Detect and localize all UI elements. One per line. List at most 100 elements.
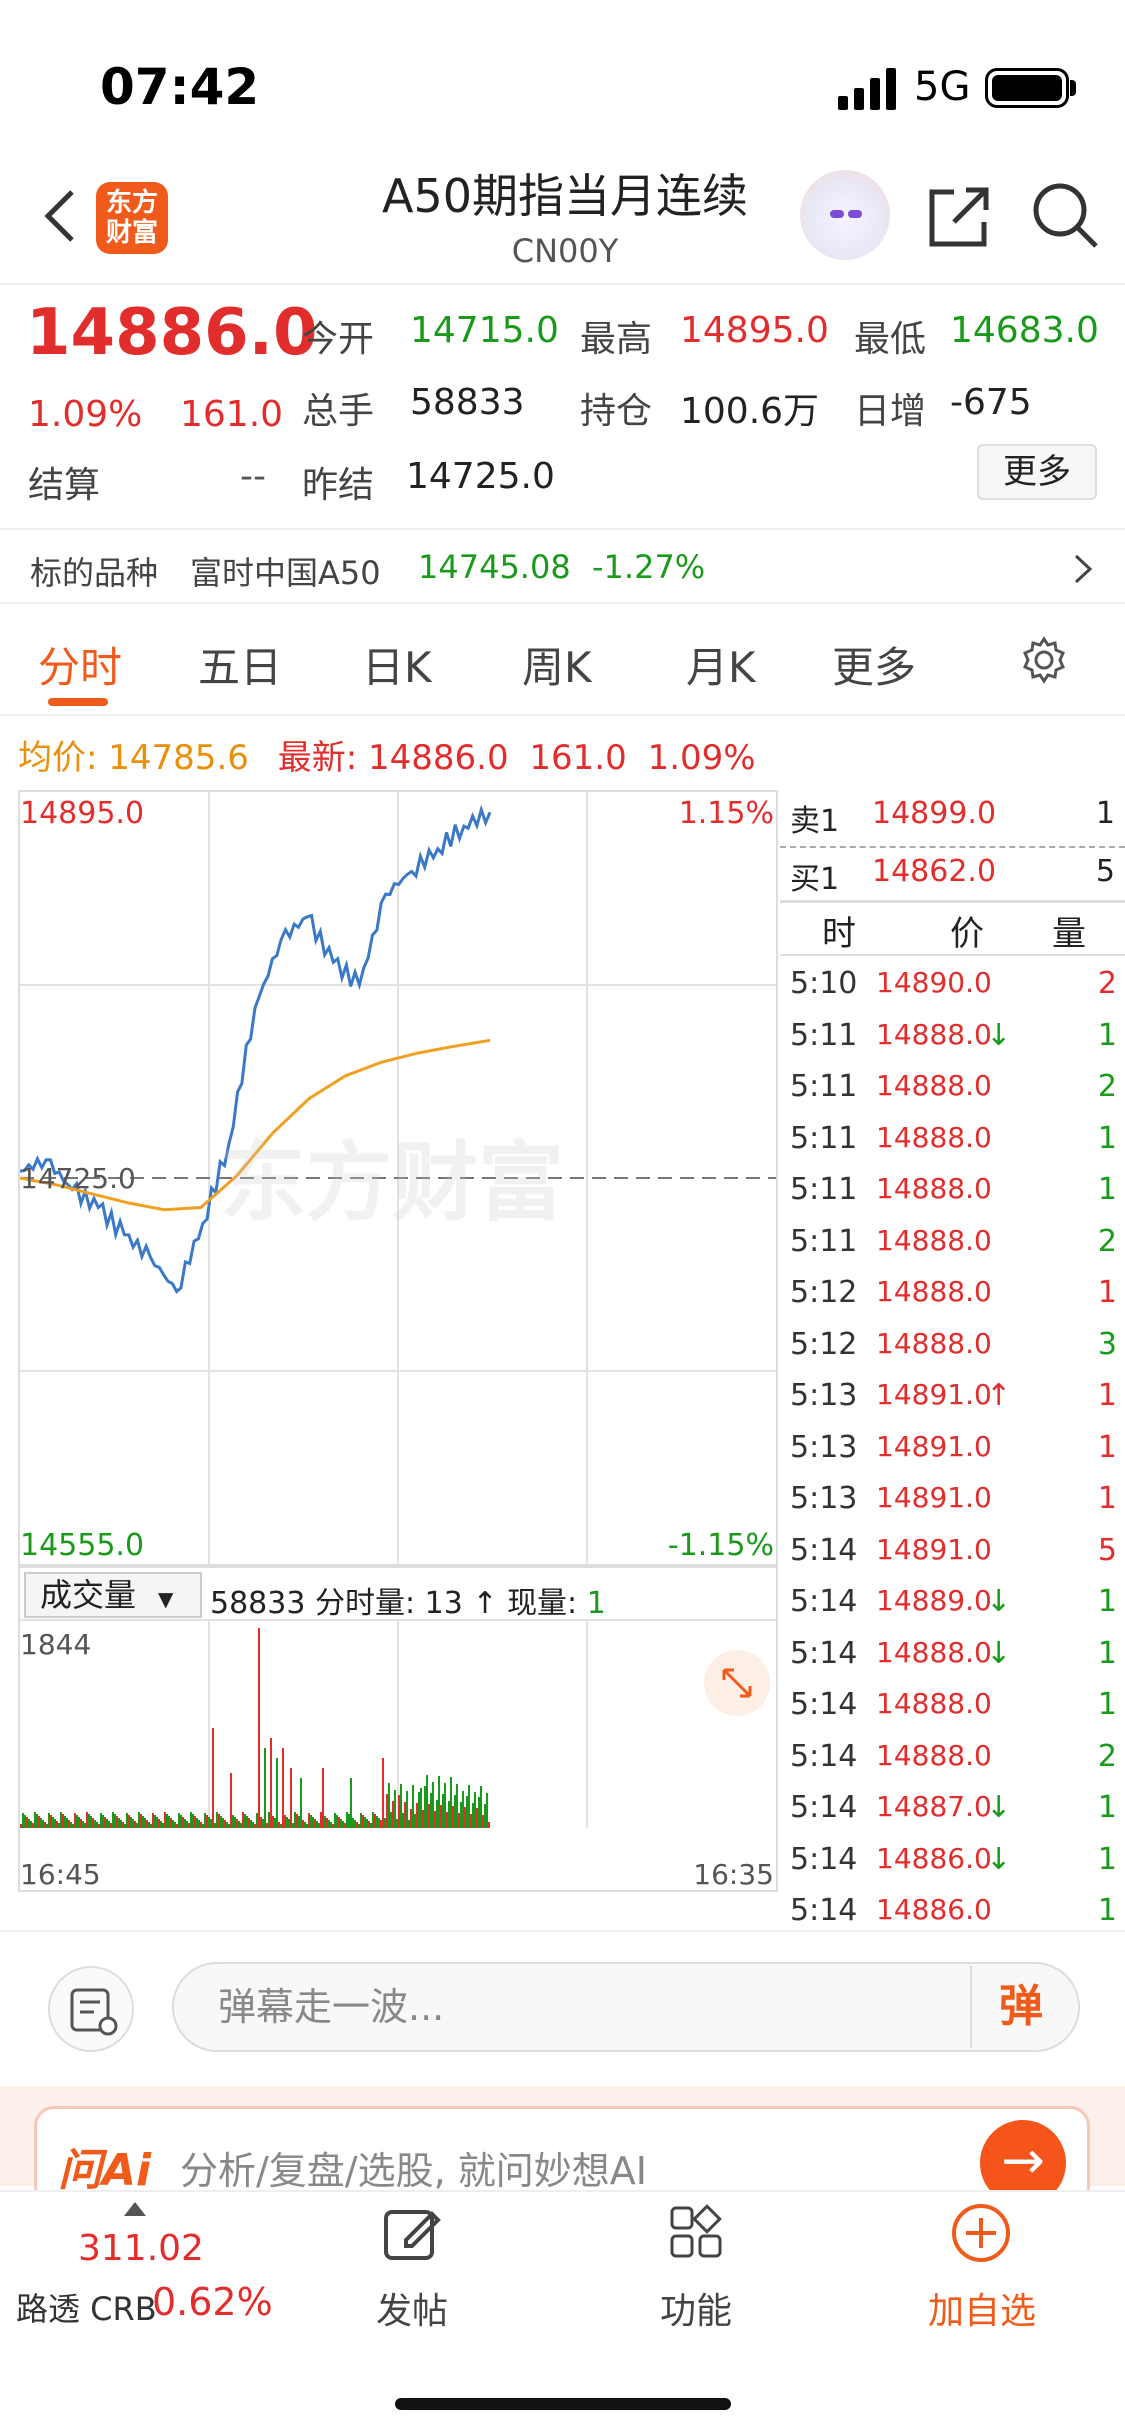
volume-bar: [272, 1816, 274, 1828]
volume-bar: [52, 1817, 54, 1828]
buy1-price: 14862.0: [872, 854, 997, 889]
volume-bar: [54, 1819, 56, 1828]
underlying-label: 标的品种: [30, 554, 159, 592]
tab-5[interactable]: 更多: [832, 634, 916, 695]
tick-row: 5:14 14887.0 ↓ 1: [780, 1790, 1125, 1834]
indicator-select-label: 成交量: [40, 1576, 137, 1614]
app-logo: 东方财富: [96, 182, 168, 254]
ai-prompt[interactable]: 分析/复盘/选股, 就问妙想AI: [180, 2140, 647, 2195]
indicator-select[interactable]: 成交量 ▼: [24, 1572, 202, 1618]
sell1-qty: 1: [1095, 796, 1115, 831]
tab-0[interactable]: 分时: [38, 634, 122, 695]
nav-watchlist-label[interactable]: 加自选: [882, 2282, 1082, 2334]
tick-price: 14888.0: [876, 1120, 992, 1154]
tick-row: 5:14 14888.0 2: [780, 1739, 1125, 1783]
volume-bar: [236, 1819, 238, 1828]
tick-qty: 2: [1097, 1223, 1117, 1259]
volume-bar: [456, 1784, 458, 1828]
volume-bar: [118, 1818, 120, 1828]
volume-bar: [346, 1812, 348, 1828]
volume-bar: [266, 1823, 268, 1828]
volume-bar: [28, 1819, 30, 1828]
more-button[interactable]: 更多: [977, 444, 1097, 500]
tick-row: 5:11 14888.0 2: [780, 1224, 1125, 1268]
volume-bar: [486, 1793, 488, 1828]
volume-info: 58833 分时量: 13 ↑ 现量: 1: [210, 1578, 606, 1622]
volume-max-label: 1844: [20, 1628, 92, 1661]
tick-qty: 1: [1097, 1172, 1117, 1207]
ai-robot-icon[interactable]: [800, 170, 890, 260]
quote-field-label: 日增: [854, 391, 927, 432]
volume-bar: [120, 1820, 122, 1828]
book-divider-2: [780, 900, 1125, 903]
chat-settings-icon[interactable]: [48, 1966, 134, 2052]
up-arrow-icon: ↑: [472, 1586, 498, 1621]
volume-bar: [344, 1823, 346, 1828]
tick-qty: 2: [1097, 966, 1117, 1001]
danmu-input[interactable]: 弹幕走一波...: [172, 1962, 1080, 2052]
quote-field-value: 100.6万: [680, 391, 820, 432]
volume-bar: [198, 1820, 200, 1828]
volume-bar: [388, 1783, 390, 1828]
tick-price: 14886.0: [876, 1893, 992, 1926]
search-icon[interactable]: [1030, 180, 1100, 250]
tick-time: 5:14: [790, 1584, 858, 1619]
volume-bar: [78, 1817, 80, 1828]
expand-icon[interactable]: [704, 1650, 770, 1716]
latest-label: 最新:: [277, 738, 358, 778]
tick-qty: 5: [1097, 1532, 1117, 1568]
add-circle-icon[interactable]: [950, 2202, 1012, 2264]
last-price: 14886.0: [26, 296, 318, 370]
volume-bar: [318, 1823, 320, 1828]
tab-1[interactable]: 五日: [198, 634, 282, 695]
tick-row: 5:11 14888.0 2: [780, 1069, 1125, 1113]
underlying-row[interactable]: 标的品种 富时中国A50 14745.08 -1.27%: [0, 528, 1125, 604]
volume-bar: [336, 1815, 338, 1828]
volume-bar: [296, 1814, 298, 1828]
volume-bar: [484, 1804, 486, 1828]
volume-bar: [74, 1813, 76, 1828]
tick-arrow-icon: ↑: [986, 1378, 1012, 1413]
volume-bar: [166, 1814, 168, 1828]
nav-function-label[interactable]: 功能: [596, 2282, 796, 2334]
gear-icon[interactable]: [1020, 636, 1068, 684]
tick-row: 5:14 14891.0 5: [780, 1533, 1125, 1577]
tick-arrow-icon: ↓: [986, 1635, 1012, 1671]
home-indicator: [395, 2398, 731, 2410]
tick-time: 5:14: [790, 1790, 858, 1825]
tick-row: 5:10 14890.0 2: [780, 966, 1125, 1010]
volume-bar: [434, 1811, 436, 1828]
volume-bar: [224, 1820, 226, 1828]
volume-bar: [66, 1818, 68, 1828]
tab-2[interactable]: 日K: [362, 634, 432, 695]
share-icon[interactable]: [926, 184, 992, 250]
volume-bar: [444, 1783, 446, 1828]
grid-icon[interactable]: [668, 2204, 724, 2260]
volume-bar: [238, 1821, 240, 1828]
tick-price: 14890.0: [876, 966, 992, 999]
volume-bar: [42, 1820, 44, 1828]
volume-bar: [280, 1824, 282, 1828]
quote-field-value: 14715.0: [410, 310, 559, 351]
danmu-button[interactable]: 弹: [970, 1966, 1070, 2048]
tick-time: 5:14: [790, 1841, 858, 1877]
tick-arrow-icon: ↓: [986, 1017, 1012, 1053]
tab-4[interactable]: 月K: [686, 634, 756, 695]
volume-bar: [468, 1785, 470, 1828]
edit-post-icon[interactable]: [382, 2204, 442, 2264]
quote-field-value: 14683.0: [950, 310, 1099, 351]
volume-bar: [234, 1817, 236, 1828]
volume-bar: [432, 1782, 434, 1828]
back-icon[interactable]: [40, 186, 80, 246]
sell1-price: 14899.0: [872, 796, 997, 831]
volume-bar: [200, 1822, 202, 1828]
volume-bar: [356, 1822, 358, 1828]
volume-bar: [320, 1812, 322, 1828]
tick-row: 5:13 14891.0 1: [780, 1430, 1125, 1474]
volume-bar: [304, 1822, 306, 1828]
nav-post-label[interactable]: 发帖: [312, 2282, 512, 2334]
tab-3[interactable]: 周K: [522, 634, 592, 695]
tick-price: 14888.0: [876, 1223, 992, 1257]
intraday-chart[interactable]: 14895.0 1.15% 14555.0 -1.15% 14725.0 东方财…: [18, 790, 778, 1566]
volume-bar: [354, 1820, 356, 1828]
